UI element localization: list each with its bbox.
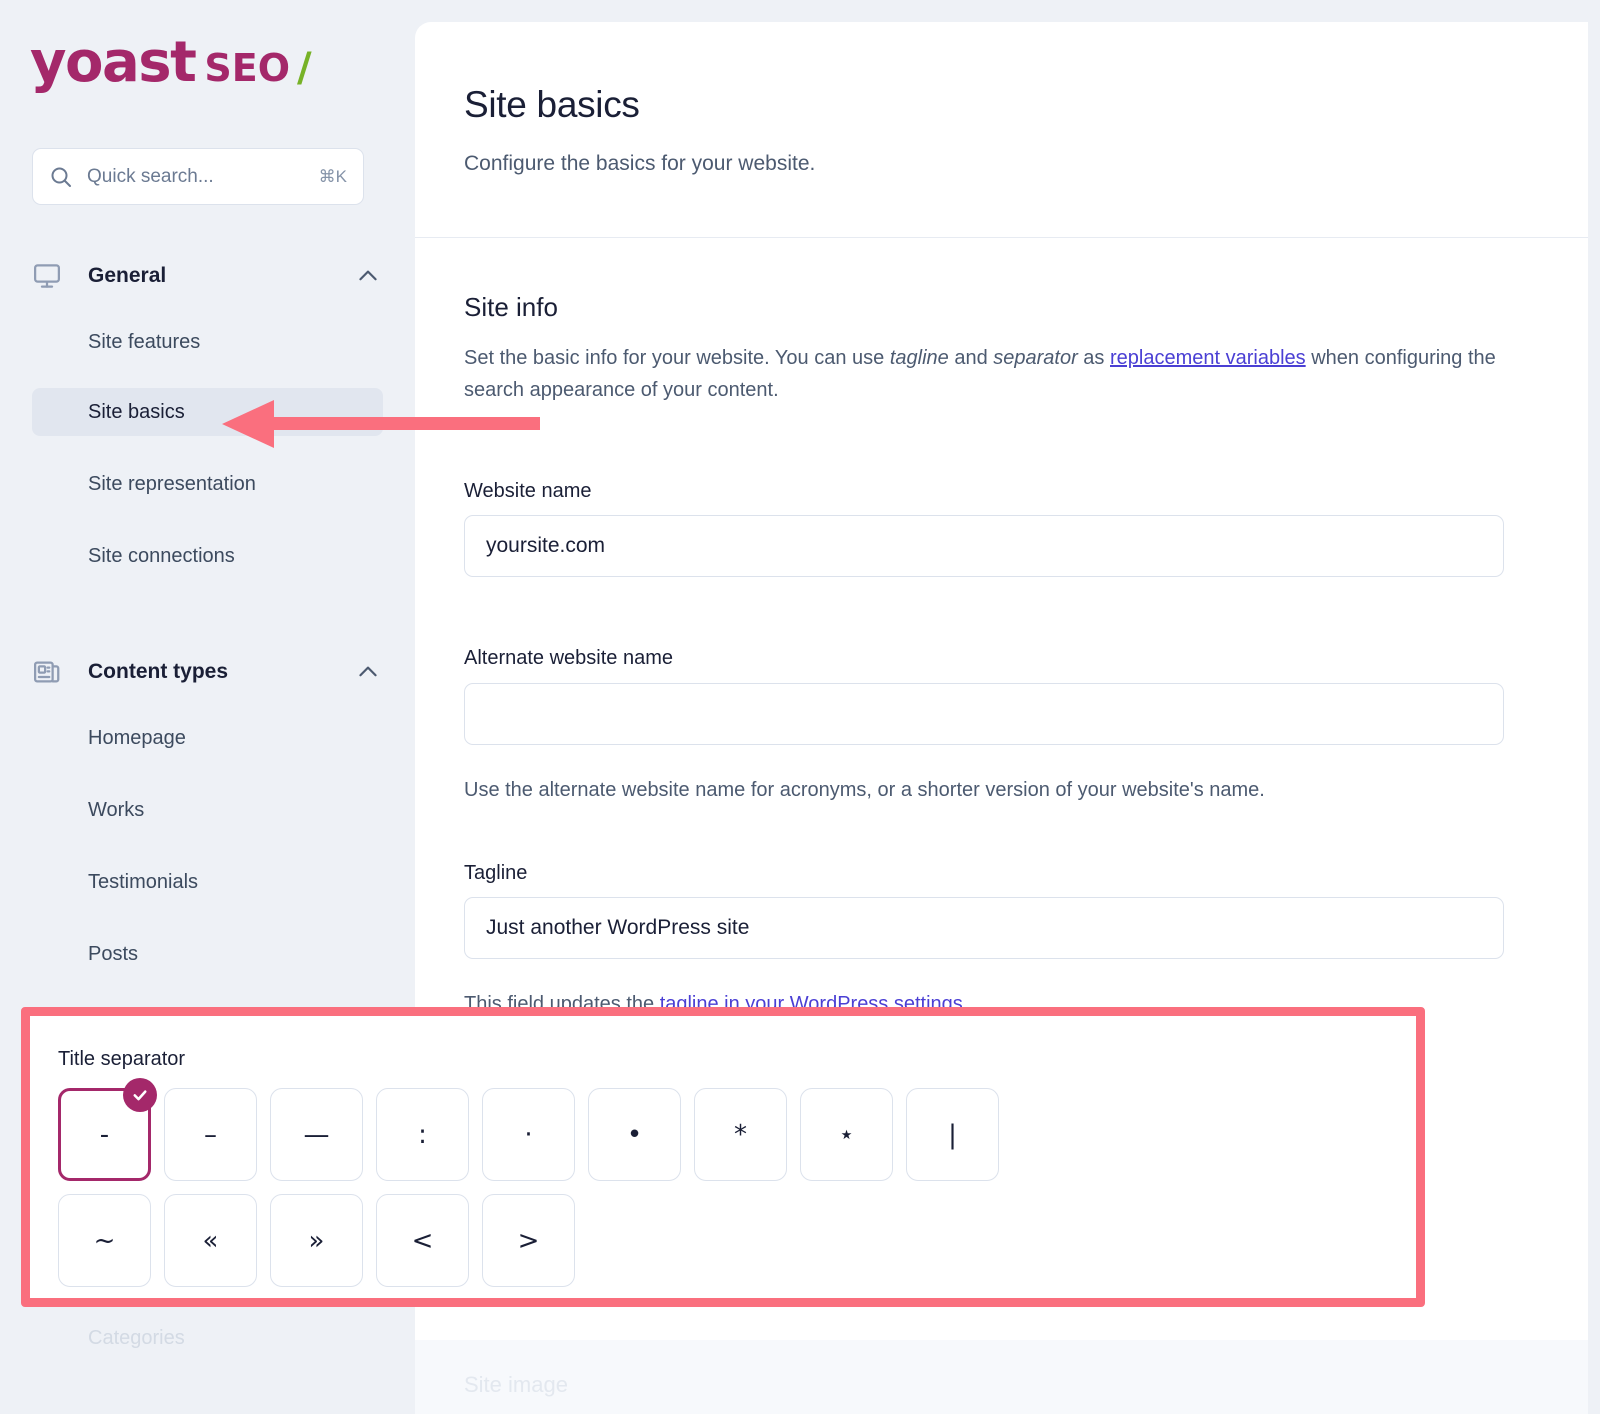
separator-glyph: – bbox=[204, 1119, 217, 1150]
separator-glyph: | bbox=[948, 1119, 957, 1150]
separator-option-em-dash[interactable]: — bbox=[270, 1088, 363, 1181]
desc-text-3: as bbox=[1077, 347, 1110, 369]
sidebar-item-label: Posts bbox=[88, 942, 139, 965]
desc-italic-tagline: tagline bbox=[889, 347, 949, 369]
logo-wordmark: yoast bbox=[30, 30, 197, 95]
separator-option-middle-dot[interactable]: · bbox=[482, 1088, 575, 1181]
separator-option-pipe[interactable]: | bbox=[906, 1088, 999, 1181]
sidebar-item-site-representation[interactable]: Site representation bbox=[32, 460, 383, 508]
check-icon bbox=[123, 1078, 157, 1112]
separator-option-colon[interactable]: : bbox=[376, 1088, 469, 1181]
sidebar-item-homepage[interactable]: Homepage bbox=[32, 714, 383, 762]
desc-italic-separator: separator bbox=[993, 347, 1078, 369]
yoast-seo-logo: yoast SEO / bbox=[30, 30, 312, 95]
chevron-up-icon[interactable] bbox=[355, 659, 381, 685]
sidebar-item-label: Works bbox=[88, 798, 145, 821]
search-icon bbox=[49, 165, 73, 189]
tagline-input[interactable] bbox=[464, 897, 1504, 959]
tagline-label: Tagline bbox=[464, 862, 528, 884]
alternate-website-name-label: Alternate website name bbox=[464, 647, 674, 669]
sidebar-item-label: Testimonials bbox=[88, 870, 199, 893]
separator-glyph: > bbox=[517, 1225, 540, 1256]
section-title-site-info: Site info bbox=[464, 292, 558, 322]
logo-slash: / bbox=[297, 45, 312, 91]
separator-option-double-right-angle[interactable]: » bbox=[270, 1194, 363, 1287]
sidebar-item-posts[interactable]: Posts bbox=[32, 930, 383, 978]
separator-option-less-than[interactable]: < bbox=[376, 1194, 469, 1287]
sidebar-item-categories-secondary[interactable]: Categories bbox=[32, 1314, 383, 1362]
separator-glyph: · bbox=[524, 1119, 533, 1150]
chevron-up-icon[interactable] bbox=[355, 263, 381, 289]
separator-row-2: ~ « » < > bbox=[58, 1194, 999, 1287]
desc-text-2: and bbox=[948, 347, 994, 369]
separator-option-tilde[interactable]: ~ bbox=[58, 1194, 151, 1287]
separator-glyph: : bbox=[418, 1119, 427, 1150]
sidebar-item-label: Site basics bbox=[88, 400, 185, 423]
separator-option-hyphen[interactable]: - bbox=[58, 1078, 157, 1181]
separator-glyph: - bbox=[99, 1119, 110, 1150]
bottom-fade-area bbox=[415, 1340, 1588, 1414]
title-separator-options: - – — : · • * ⋆ | ~ « » < > bbox=[58, 1078, 999, 1287]
quick-search-box[interactable]: Quick search... ⌘K bbox=[32, 148, 364, 205]
desc-text-1: Set the basic info for your website. You… bbox=[464, 347, 890, 369]
separator-option-star[interactable]: ⋆ bbox=[800, 1088, 893, 1181]
sidebar-group-header-general[interactable]: General bbox=[0, 256, 415, 296]
sidebar-item-label: Categories bbox=[88, 1326, 185, 1349]
separator-option-asterisk[interactable]: * bbox=[694, 1088, 787, 1181]
search-input[interactable]: Quick search... bbox=[87, 166, 319, 188]
sidebar-group-header-content-types[interactable]: Content types bbox=[0, 652, 415, 692]
section-description: Set the basic info for your website. You… bbox=[464, 342, 1504, 406]
site-image-label: Site image bbox=[464, 1372, 568, 1397]
separator-glyph: — bbox=[303, 1119, 330, 1150]
page-subtitle: Configure the basics for your website. bbox=[464, 152, 816, 175]
separator-glyph: * bbox=[734, 1119, 747, 1150]
newspaper-icon bbox=[32, 657, 66, 687]
sidebar-group-content-types: Content types Homepage Works Testimonial… bbox=[0, 652, 415, 1050]
sidebar-item-label: Site connections bbox=[88, 544, 235, 567]
sidebar-item-site-basics[interactable]: Site basics bbox=[32, 388, 383, 436]
separator-option-bullet[interactable]: • bbox=[588, 1088, 681, 1181]
separator-glyph: « bbox=[202, 1225, 219, 1256]
website-name-input[interactable] bbox=[464, 515, 1504, 577]
logo-seo-text: SEO bbox=[204, 46, 291, 90]
sidebar-item-site-features[interactable]: Site features bbox=[32, 318, 383, 366]
separator-glyph: • bbox=[626, 1119, 643, 1150]
separator-row-1: - – — : · • * ⋆ | bbox=[58, 1078, 999, 1181]
sidebar-item-works[interactable]: Works bbox=[32, 786, 383, 834]
sidebar-item-site-connections[interactable]: Site connections bbox=[32, 532, 383, 580]
sidebar-item-label: Homepage bbox=[88, 726, 186, 749]
separator-glyph: < bbox=[411, 1225, 434, 1256]
header-divider bbox=[415, 237, 1588, 238]
replacement-variables-link[interactable]: replacement variables bbox=[1110, 347, 1306, 369]
sidebar-item-label: Site representation bbox=[88, 472, 256, 495]
sidebar-group-label: Content types bbox=[88, 660, 229, 683]
sidebar-item-testimonials[interactable]: Testimonials bbox=[32, 858, 383, 906]
separator-glyph: ⋆ bbox=[838, 1119, 855, 1150]
sidebar-group-general: General Site features Site basics Site r… bbox=[0, 256, 415, 580]
separator-glyph: ~ bbox=[93, 1225, 116, 1256]
page-title: Site basics bbox=[464, 84, 640, 125]
website-name-label: Website name bbox=[464, 480, 592, 502]
sidebar-item-label: Site features bbox=[88, 330, 201, 353]
separator-option-en-dash[interactable]: – bbox=[164, 1088, 257, 1181]
sidebar-group-label: General bbox=[88, 264, 167, 287]
separator-glyph: » bbox=[308, 1225, 325, 1256]
title-separator-label: Title separator bbox=[58, 1048, 186, 1070]
separator-option-greater-than[interactable]: > bbox=[482, 1194, 575, 1287]
monitor-icon bbox=[32, 261, 66, 291]
alternate-website-name-input[interactable] bbox=[464, 683, 1504, 745]
alternate-website-name-help: Use the alternate website name for acron… bbox=[464, 779, 1265, 801]
title-separator-highlight-box: Title separator - – — : · • * ⋆ | ~ « » … bbox=[21, 1007, 1425, 1307]
separator-option-double-left-angle[interactable]: « bbox=[164, 1194, 257, 1287]
search-shortcut-badge: ⌘K bbox=[318, 166, 347, 186]
